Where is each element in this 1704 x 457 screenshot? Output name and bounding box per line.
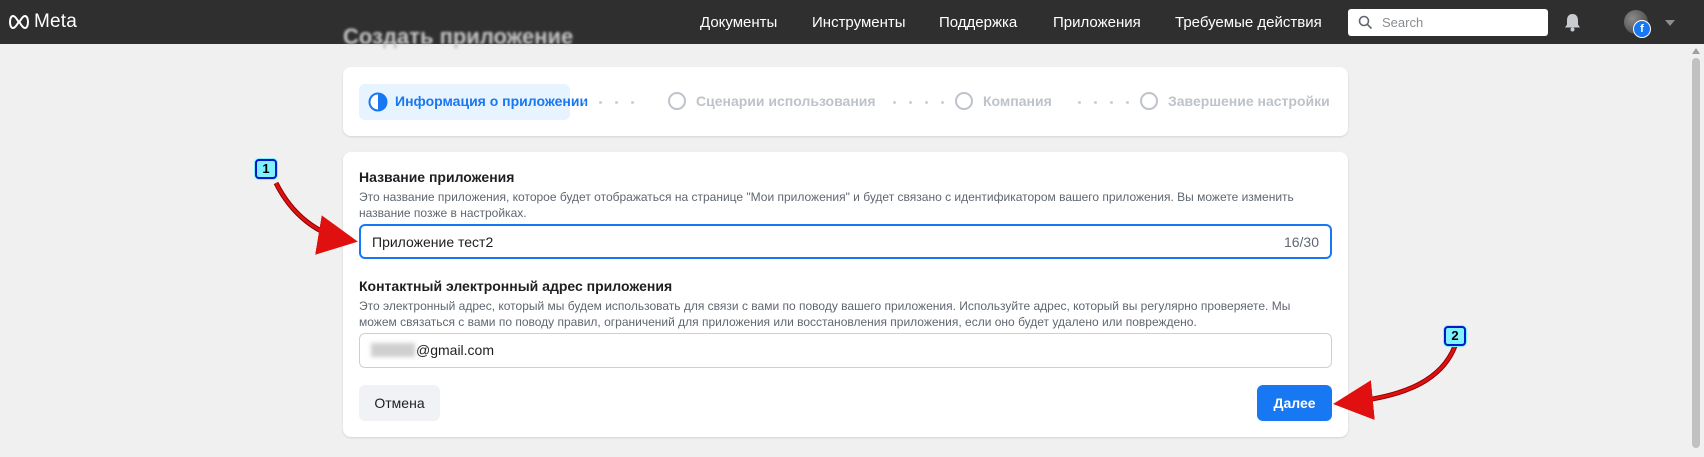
notifications-bell-icon[interactable]	[1564, 13, 1581, 32]
arrow-2	[1333, 345, 1458, 421]
page-title: Создать приложение	[343, 24, 574, 49]
facebook-badge-icon: f	[1633, 20, 1651, 38]
scroll-thumb[interactable]	[1692, 58, 1700, 448]
app-details-form: Название приложения Это название приложе…	[343, 152, 1348, 437]
email-value: @gmail.com	[371, 342, 494, 358]
top-bar: Meta Документы Инструменты Поддержка При…	[0, 0, 1704, 44]
page-scrollbar[interactable]	[1688, 44, 1704, 457]
app-name-description: Это название приложения, которое будет о…	[359, 190, 1294, 220]
step-connector	[893, 101, 953, 104]
search-input[interactable]	[1382, 9, 1540, 36]
annotation-marker-1: 1	[255, 159, 277, 179]
logo-text: Meta	[34, 11, 78, 32]
step-app-info[interactable]: Информация о приложении	[359, 84, 588, 120]
email-title: Контактный электронный адрес приложения	[359, 278, 673, 294]
nav-tools[interactable]: Инструменты	[812, 14, 906, 31]
step-use-cases[interactable]: Сценарии использования	[668, 92, 876, 110]
char-counter: 16/30	[1283, 234, 1319, 250]
step-company[interactable]: Компания	[955, 92, 1052, 110]
email-domain: @gmail.com	[416, 342, 495, 358]
cancel-button[interactable]: Отмена	[359, 385, 440, 421]
app-name-field[interactable]: Приложение тест2 16/30	[359, 224, 1332, 259]
meta-infinity-icon	[9, 15, 29, 29]
step-label: Завершение настройки	[1168, 93, 1330, 109]
email-description: Это электронный адрес, который мы будем …	[359, 299, 1291, 329]
step-circle-icon	[668, 92, 686, 110]
step-connector	[1078, 101, 1138, 104]
redacted-username	[371, 343, 415, 357]
nav-apps[interactable]: Приложения	[1053, 14, 1141, 31]
step-label: Информация о приложении	[395, 93, 589, 109]
step-label: Компания	[983, 93, 1052, 109]
account-menu-chevron-down-icon[interactable]	[1665, 20, 1675, 26]
step-circle-icon	[1140, 92, 1158, 110]
nav-support[interactable]: Поддержка	[939, 14, 1017, 31]
step-circle-icon	[955, 92, 973, 110]
search-icon	[1358, 15, 1373, 30]
step-connector	[583, 101, 643, 104]
half-circle-progress-icon	[368, 92, 388, 112]
meta-logo[interactable]: Meta	[8, 11, 77, 33]
app-name-value: Приложение тест2	[372, 234, 494, 250]
step-label: Сценарии использования	[696, 93, 876, 109]
annotation-marker-2: 2	[1444, 326, 1466, 346]
arrow-1	[273, 181, 358, 255]
step-finish-setup[interactable]: Завершение настройки	[1140, 92, 1330, 110]
search-box[interactable]	[1348, 9, 1548, 36]
nav-documents[interactable]: Документы	[700, 14, 777, 31]
app-name-title: Название приложения	[359, 169, 515, 185]
email-field[interactable]: @gmail.com	[359, 333, 1332, 368]
scroll-up-arrow-icon[interactable]	[1692, 48, 1700, 54]
next-button[interactable]: Далее	[1257, 385, 1332, 421]
setup-stepper: Информация о приложении Сценарии использ…	[343, 67, 1348, 136]
nav-required-actions[interactable]: Требуемые действия	[1175, 14, 1322, 31]
